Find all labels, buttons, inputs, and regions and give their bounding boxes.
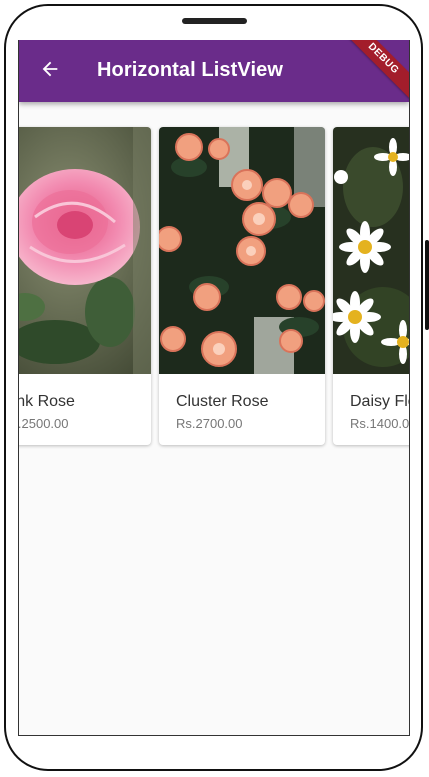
- product-name: Cluster Rose: [176, 393, 269, 410]
- horizontal-product-list[interactable]: Pink Rose Rs.2500.00: [19, 127, 409, 447]
- app-bar: Horizontal ListView DEBUG: [19, 40, 409, 108]
- cluster-rose-photo: [159, 127, 325, 374]
- product-name: Daisy Flower: [350, 393, 409, 410]
- debug-banner: DEBUG: [334, 40, 409, 108]
- app-title: Horizontal ListView: [97, 59, 284, 81]
- pink-rose-photo: [19, 127, 151, 374]
- product-price: Rs.2700.00: [176, 416, 243, 431]
- arrow-left-icon: [39, 58, 61, 85]
- app-screen: Horizontal ListView DEBUG k Rose .2500.0…: [18, 40, 410, 736]
- product-card[interactable]: Pink Rose Rs.2500.00: [18, 127, 151, 445]
- back-button[interactable]: [35, 56, 65, 86]
- daisy-flower-photo: [333, 127, 409, 374]
- product-price: Rs.2500.00: [18, 416, 69, 431]
- product-card[interactable]: Cluster Rose Rs.2700.00: [159, 127, 325, 445]
- product-price: Rs.1400.00: [350, 416, 410, 431]
- phone-side-button: [425, 240, 429, 330]
- product-card[interactable]: Daisy Flower Rs.1400.00: [333, 127, 410, 445]
- phone-speaker: [182, 18, 247, 24]
- product-name: Pink Rose: [19, 393, 75, 410]
